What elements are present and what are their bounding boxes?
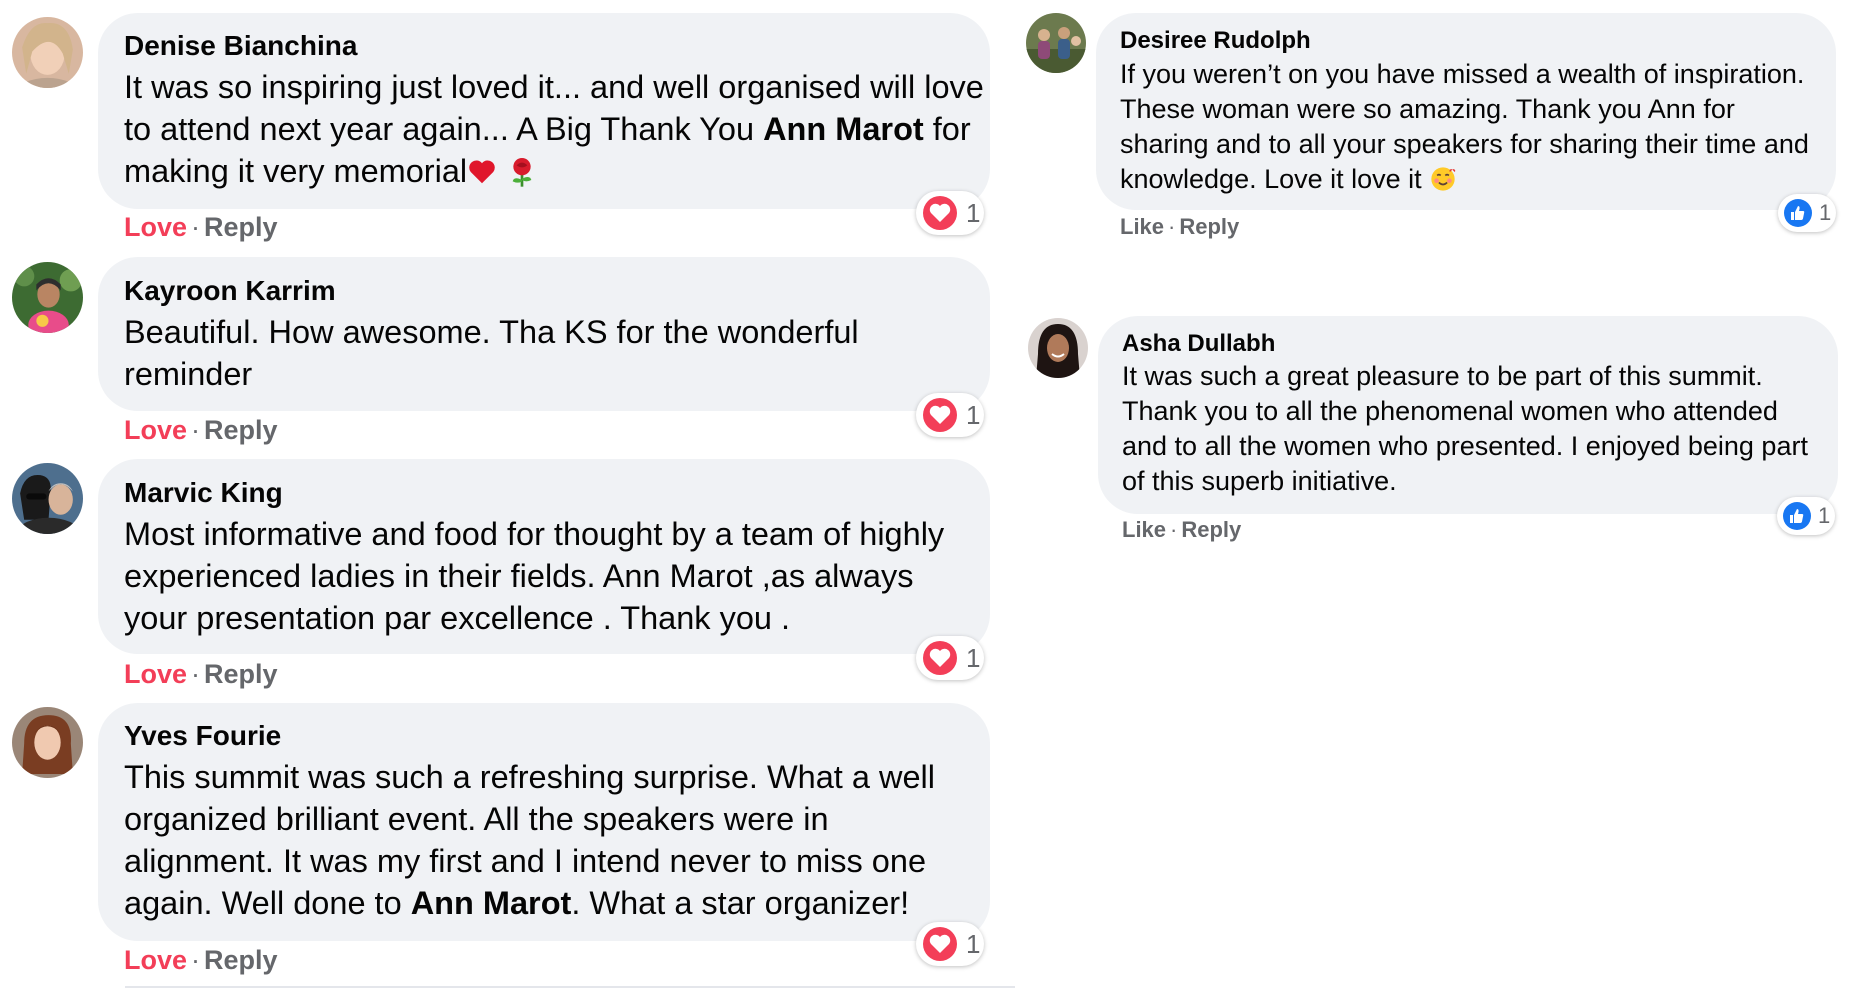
comment-author[interactable]: Kayroon Karrim (124, 275, 336, 307)
reply-button[interactable]: Reply (204, 659, 278, 689)
avatar[interactable] (1028, 318, 1088, 378)
love-button[interactable]: Love (124, 212, 187, 242)
comment-text: This summit was such a refreshing surpri… (124, 759, 935, 921)
reaction-count: 1 (966, 399, 981, 430)
reply-button[interactable]: Reply (204, 212, 278, 242)
avatar[interactable] (12, 262, 83, 333)
avatar[interactable] (12, 17, 83, 88)
reaction-count: 1 (966, 197, 981, 228)
comment-actions: Love · Reply (124, 212, 278, 242)
comment-actions: Love · Reply (124, 415, 278, 445)
reaction-badge[interactable]: 1 (916, 191, 984, 235)
comment-author[interactable]: Desiree Rudolph (1120, 27, 1311, 55)
mention-link[interactable]: Ann Marot (411, 885, 572, 921)
love-reaction-icon (923, 398, 957, 432)
comment-actions: Love · Reply (124, 659, 278, 689)
avatar[interactable] (1026, 13, 1086, 73)
reply-button[interactable]: Reply (1179, 214, 1239, 239)
like-reaction-icon (1784, 199, 1812, 227)
reply-button[interactable]: Reply (204, 945, 278, 975)
smiling-face-with-hearts-emoji (1429, 164, 1457, 194)
love-reaction-icon (923, 196, 957, 230)
avatar[interactable] (12, 707, 83, 778)
comment-text: Most informative and food for thought by… (124, 516, 945, 636)
reaction-count: 1 (1819, 200, 1832, 225)
avatar[interactable] (12, 463, 83, 534)
love-reaction-icon (923, 641, 957, 675)
reaction-count: 1 (1818, 503, 1831, 528)
love-button[interactable]: Love (124, 945, 187, 975)
comment-text: Beautiful. How awesome. Tha KS for the w… (124, 314, 859, 392)
comment-actions: Love · Reply (124, 945, 278, 975)
comments-page: Denise Bianchina It was so inspiring jus… (0, 0, 1860, 990)
reaction-badge[interactable]: 1 (1777, 497, 1835, 535)
comment-author[interactable]: Marvic King (124, 477, 283, 509)
comment-author[interactable]: Yves Fourie (124, 720, 281, 752)
like-button[interactable]: Like (1120, 214, 1164, 239)
reaction-badge[interactable]: 1 (916, 636, 984, 680)
comment-actions: Like · Reply (1122, 517, 1242, 542)
love-button[interactable]: Love (124, 415, 187, 445)
like-button[interactable]: Like (1122, 517, 1166, 542)
divider (125, 986, 1015, 988)
reply-button[interactable]: Reply (1181, 517, 1241, 542)
comment-author[interactable]: Asha Dullabh (1122, 330, 1275, 358)
mention-link[interactable]: Ann Marot (763, 111, 924, 147)
reply-button[interactable]: Reply (204, 415, 278, 445)
love-button[interactable]: Love (124, 659, 187, 689)
rose-emoji (506, 153, 538, 189)
reaction-count: 1 (966, 642, 981, 673)
comment-text: It was so inspiring just loved it... and… (124, 69, 984, 189)
like-reaction-icon (1783, 502, 1811, 530)
love-reaction-icon (923, 927, 957, 961)
comment-text: If you weren’t on you have missed a weal… (1120, 59, 1809, 194)
heart-emoji (467, 153, 497, 189)
comment-text: It was such a great pleasure to be part … (1122, 361, 1808, 496)
reaction-count: 1 (966, 928, 981, 959)
reaction-badge[interactable]: 1 (916, 922, 984, 966)
comment-actions: Like · Reply (1120, 214, 1240, 239)
reaction-badge[interactable]: 1 (1778, 194, 1836, 232)
reaction-badge[interactable]: 1 (916, 393, 984, 437)
comment-author[interactable]: Denise Bianchina (124, 30, 357, 62)
